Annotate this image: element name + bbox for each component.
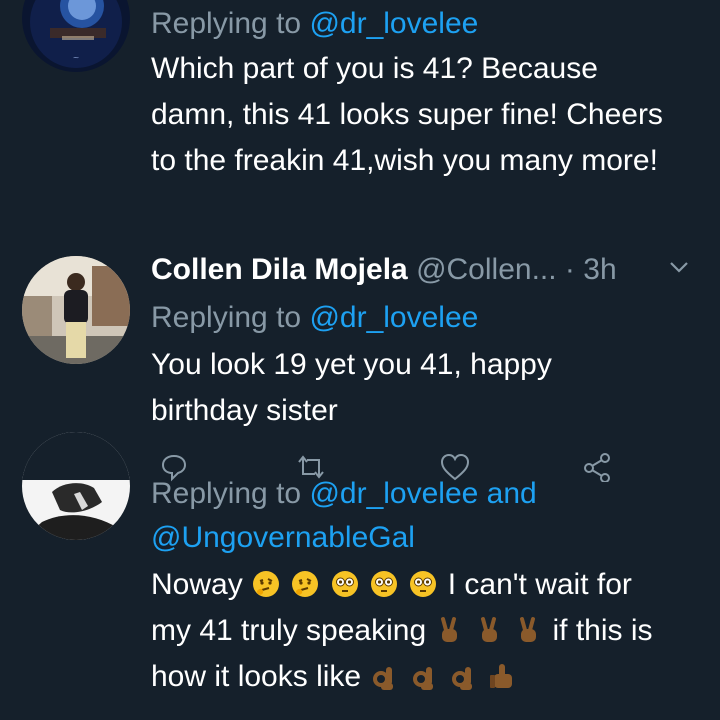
- reply-prefix: Replying to: [151, 301, 302, 334]
- replying-to: Replying to @dr_lovelee: [151, 2, 711, 46]
- reply-and: and: [486, 477, 537, 510]
- mention-link[interactable]: @dr_lovelee: [309, 301, 478, 334]
- display-name[interactable]: Collen Dila Mojela: [151, 253, 408, 286]
- timestamp[interactable]: 3h: [583, 253, 616, 286]
- thinking-face-emoji: [251, 568, 330, 601]
- replying-to: Replying to @dr_lovelee: [151, 296, 711, 342]
- mention-link[interactable]: @dr_lovelee: [309, 7, 478, 40]
- mention-link-2[interactable]: @UngovernableGal: [151, 521, 415, 554]
- tweet-text: You look 19 yet you 41, happy birthday s…: [151, 348, 552, 427]
- reply-prefix: Replying to: [151, 7, 302, 40]
- svg-text:~: ~: [73, 53, 80, 62]
- thumbs-up-emoji: [487, 660, 518, 693]
- replying-to: Replying to @dr_lovelee and @Ungovernabl…: [151, 472, 651, 560]
- victory-hand-emoji: [434, 614, 552, 647]
- tweet-text: Which part of you is 41? Because damn, t…: [151, 52, 663, 177]
- mention-link[interactable]: @dr_lovelee: [309, 477, 478, 510]
- reply-prefix: Replying to: [151, 477, 302, 510]
- ok-hand-emoji: [369, 660, 487, 693]
- tweet-text-part-1: Noway: [151, 568, 243, 601]
- separator: ·: [564, 253, 575, 286]
- user-handle[interactable]: @Collen...: [416, 253, 557, 286]
- avatar[interactable]: ~: [22, 0, 130, 72]
- flushed-face-emoji: [330, 568, 448, 601]
- avatar[interactable]: [22, 432, 130, 540]
- tweet-text: Noway I can't wait for my 41 truly speak…: [151, 562, 671, 700]
- tweet-header: Collen Dila Mojela @Collen... · 3h: [151, 248, 711, 296]
- avatar[interactable]: [22, 256, 130, 364]
- chevron-down-icon[interactable]: [667, 252, 691, 288]
